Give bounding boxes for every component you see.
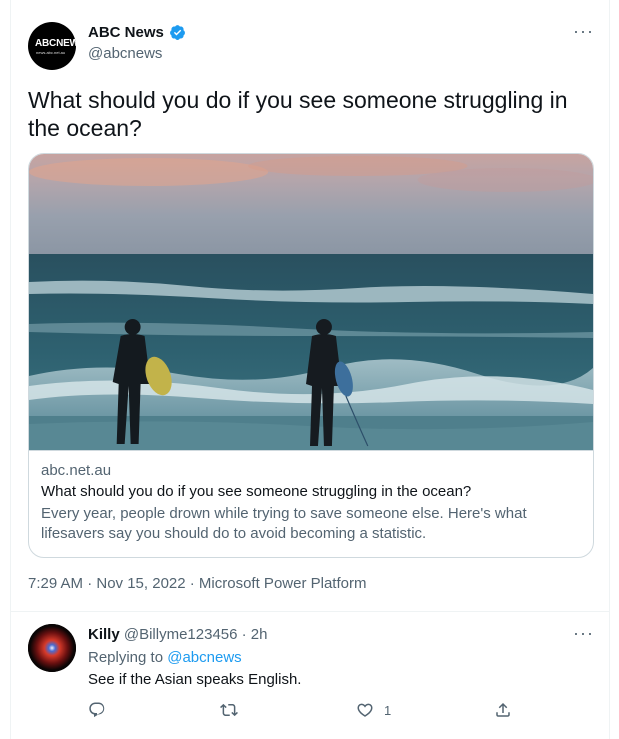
- reply-header: Killy @Billyme123456 · 2h: [88, 626, 268, 643]
- share-icon: [496, 702, 510, 717]
- reply-icon: [89, 702, 105, 718]
- reply-avatar[interactable]: [28, 624, 76, 672]
- card-description: Every year, people drown while trying to…: [41, 505, 527, 542]
- replying-to-mention[interactable]: @abcnews: [167, 649, 241, 666]
- replying-to-label: Replying to: [88, 649, 164, 666]
- avatar-logo-subtext: news.abc.net.au: [36, 50, 66, 55]
- author-handle[interactable]: @abcnews: [88, 45, 162, 62]
- like-action[interactable]: 1: [356, 701, 391, 719]
- reply-text: See if the Asian speaks English.: [88, 671, 302, 688]
- tweet-text: What should you do if you see someone st…: [28, 87, 568, 141]
- card-domain: abc.net.au: [41, 462, 112, 479]
- reply-action[interactable]: [88, 701, 106, 719]
- like-count: 1: [384, 702, 392, 718]
- author-name-row: ABC News: [88, 24, 186, 41]
- card-title: What should you do if you see someone st…: [41, 483, 472, 500]
- verified-badge-icon: [169, 25, 185, 40]
- retweet-action[interactable]: [220, 701, 238, 719]
- replying-to: Replying to @abcnews: [88, 649, 242, 666]
- divider: [10, 611, 610, 612]
- reply-more-horizontal-icon[interactable]: ···: [573, 624, 594, 642]
- share-action[interactable]: [494, 701, 512, 719]
- link-card[interactable]: abc.net.au What should you do if you see…: [28, 153, 594, 558]
- author-display-name[interactable]: ABC News: [88, 24, 164, 41]
- reply-handle-time[interactable]: @Billyme123456 · 2h: [124, 626, 268, 643]
- tweet-timestamp-source[interactable]: 7:29 AM · Nov 15, 2022 · Microsoft Power…: [28, 575, 366, 592]
- author-avatar[interactable]: ABCNEWS news.abc.net.au: [28, 22, 76, 70]
- reply-avatar-image: [28, 624, 76, 672]
- card-image: [29, 154, 593, 450]
- heart-icon: [357, 703, 373, 717]
- card-body: abc.net.au What should you do if you see…: [29, 450, 593, 554]
- avatar-logo-text: ABCNEWS: [35, 38, 76, 49]
- reply-display-name[interactable]: Killy: [88, 626, 120, 643]
- retweet-icon: [220, 703, 238, 717]
- more-horizontal-icon[interactable]: ···: [573, 22, 594, 40]
